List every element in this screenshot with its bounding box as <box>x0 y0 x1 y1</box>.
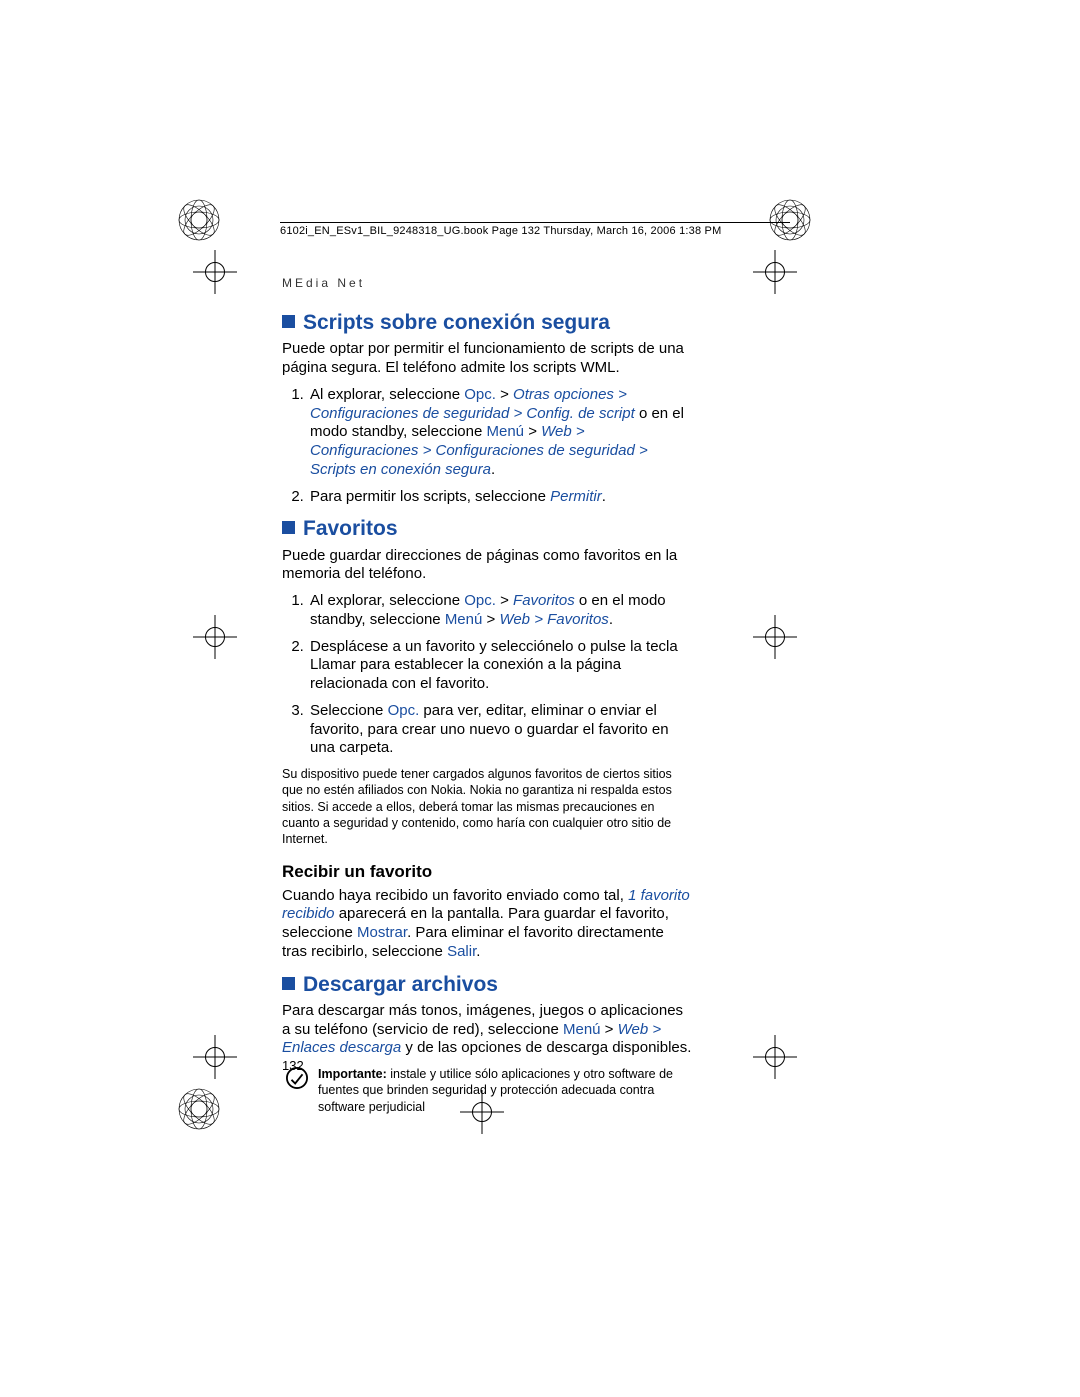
subsection-recibir-heading: Recibir un favorito <box>282 861 692 882</box>
section-favoritos-title: Favoritos <box>303 517 398 540</box>
body-content: Scripts sobre conexión segura Puede opta… <box>282 300 692 1115</box>
favoritos-step-1: Al explorar, seleccione Opc. > Favoritos… <box>308 592 692 630</box>
crop-ornament-icon <box>178 199 220 241</box>
section-descargar-heading: Descargar archivos <box>282 972 692 998</box>
page-header-text: 6102i_EN_ESv1_BIL_9248318_UG.book Page 1… <box>280 225 721 237</box>
scripts-step-1: Al explorar, seleccione Opc. > Otras opc… <box>308 386 692 480</box>
scripts-step-2: Para permitir los scripts, seleccione Pe… <box>308 488 692 507</box>
page-number: 132 <box>282 1058 304 1073</box>
section-scripts-title: Scripts sobre conexión segura <box>303 311 610 334</box>
scripts-steps: Al explorar, seleccione Opc. > Otras opc… <box>282 386 692 507</box>
registration-mark-icon <box>193 1035 237 1079</box>
section-favoritos-heading: Favoritos <box>282 516 692 542</box>
favoritos-disclaimer: Su dispositivo puede tener cargados algu… <box>282 766 692 847</box>
crop-ornament-icon <box>769 199 811 241</box>
section-descargar-title: Descargar archivos <box>303 973 498 996</box>
descargar-body: Para descargar más tonos, imágenes, jueg… <box>282 1002 692 1058</box>
crop-ornament-icon <box>178 1088 220 1130</box>
registration-mark-icon <box>460 1090 504 1134</box>
square-bullet-icon <box>282 315 295 328</box>
favoritos-step-3: Seleccione Opc. para ver, editar, elimin… <box>308 702 692 758</box>
page: 6102i_EN_ESv1_BIL_9248318_UG.book Page 1… <box>0 0 1080 1397</box>
registration-mark-icon <box>193 250 237 294</box>
registration-mark-icon <box>753 615 797 659</box>
square-bullet-icon <box>282 977 295 990</box>
page-header-line: 6102i_EN_ESv1_BIL_9248318_UG.book Page 1… <box>280 222 790 237</box>
recibir-body: Cuando haya recibido un favorito enviado… <box>282 887 692 962</box>
favoritos-step-2: Desplácese a un favorito y selecciónelo … <box>308 638 692 694</box>
favoritos-steps: Al explorar, seleccione Opc. > Favoritos… <box>282 592 692 758</box>
registration-mark-icon <box>753 1035 797 1079</box>
registration-mark-icon <box>753 250 797 294</box>
running-head: MEdia Net <box>282 276 365 290</box>
scripts-intro: Puede optar por permitir el funcionamien… <box>282 340 692 378</box>
favoritos-intro: Puede guardar direcciones de páginas com… <box>282 547 692 585</box>
square-bullet-icon <box>282 521 295 534</box>
section-scripts-heading: Scripts sobre conexión segura <box>282 310 692 336</box>
registration-mark-icon <box>193 615 237 659</box>
